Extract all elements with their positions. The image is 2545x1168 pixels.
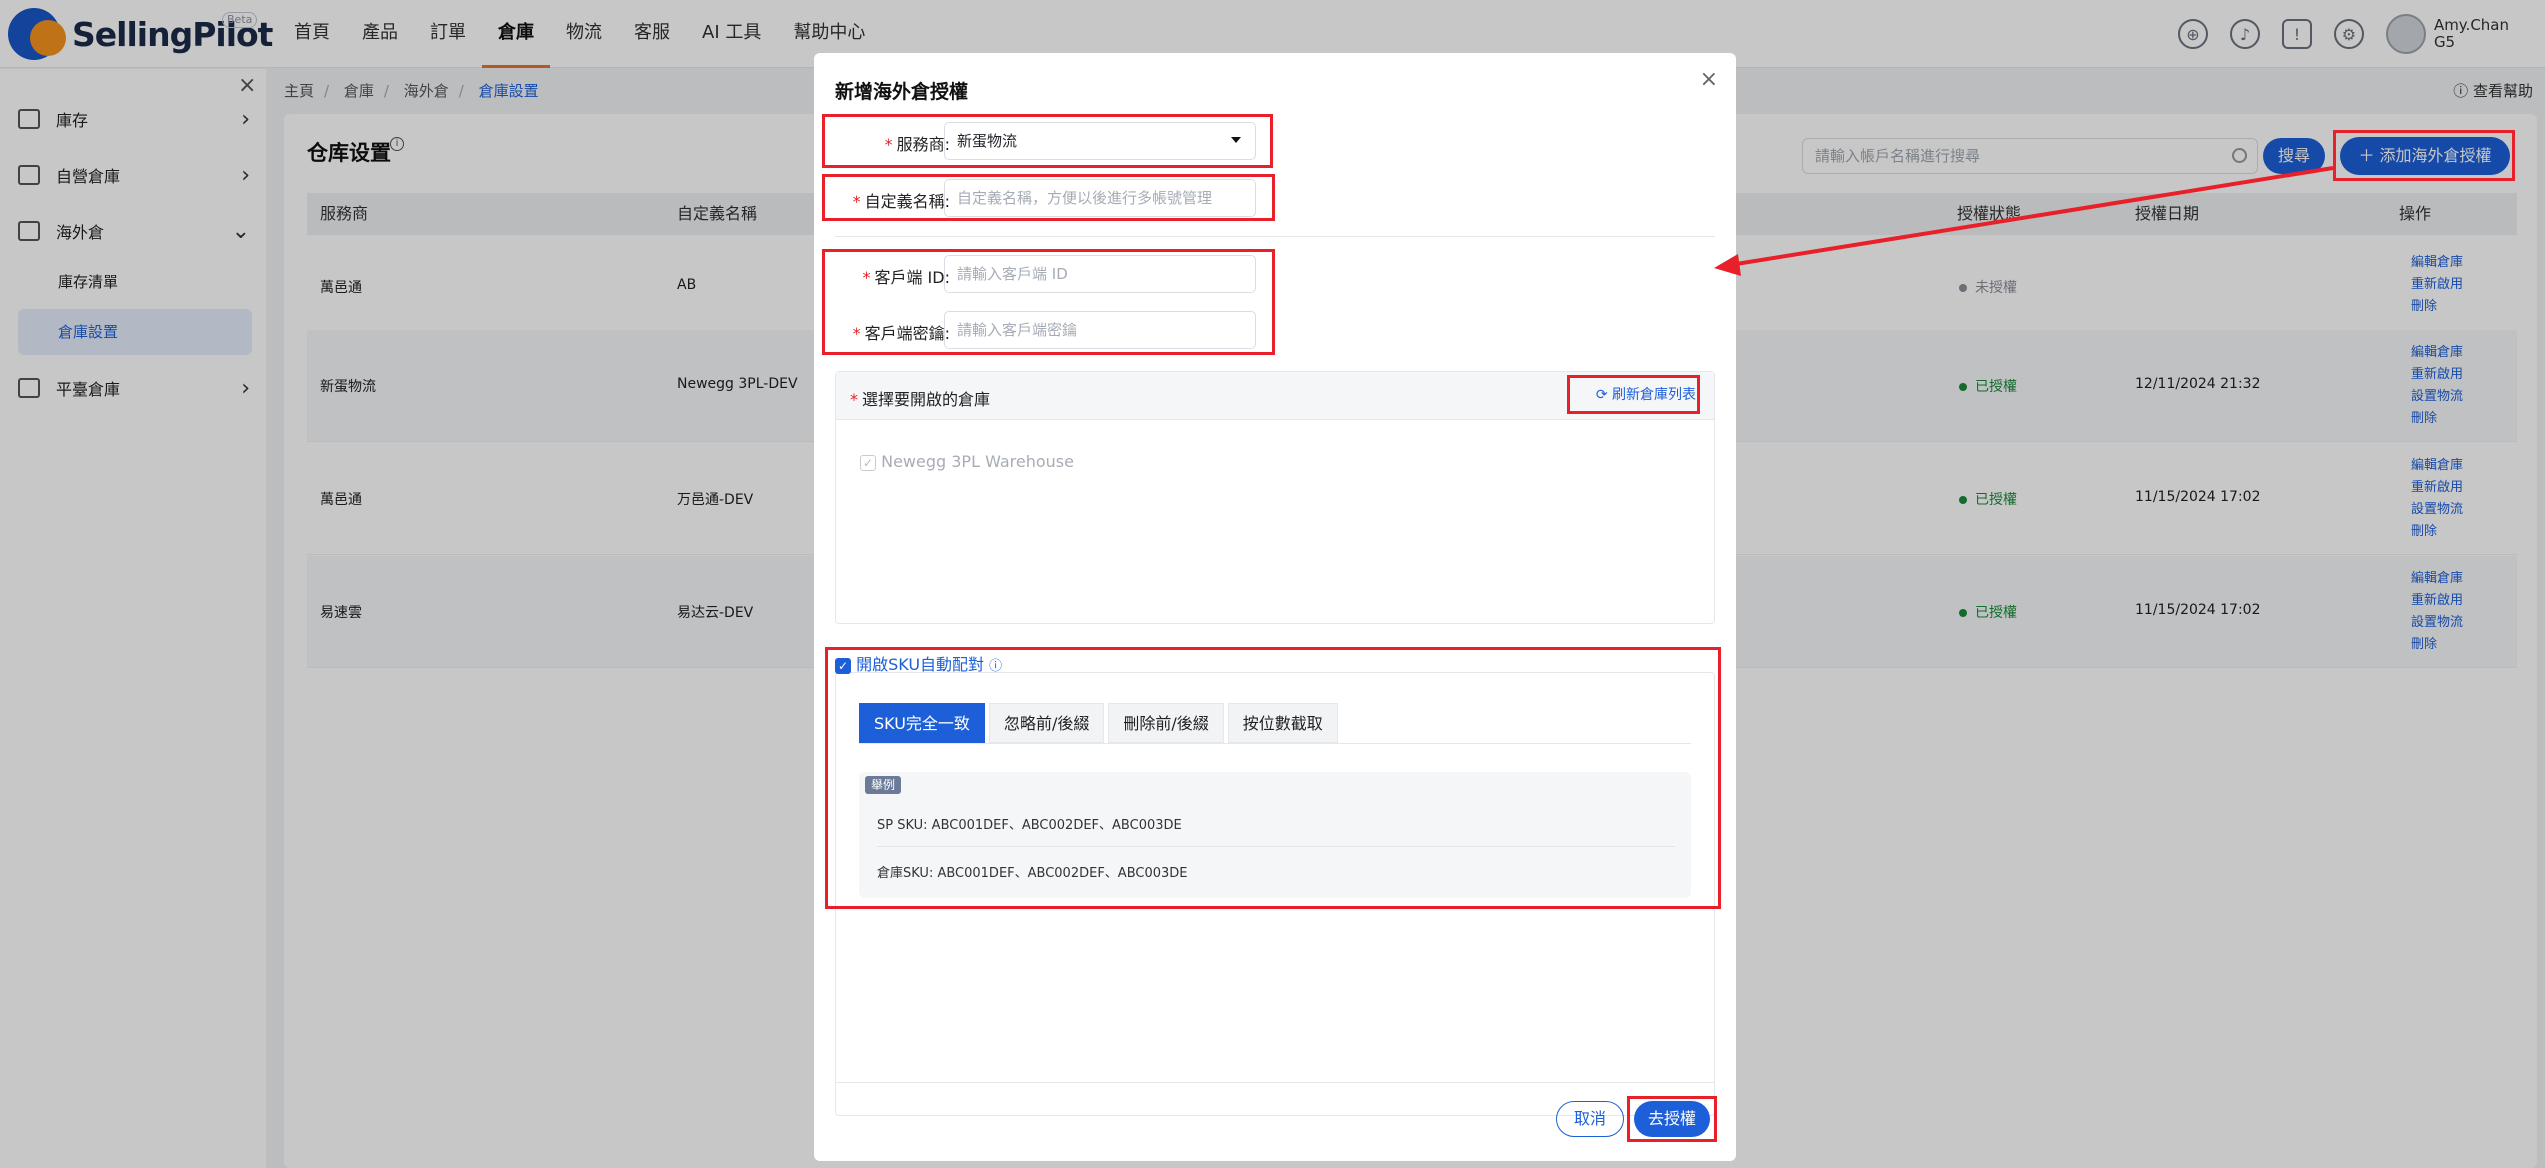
annotation-arrow [1714,166,2334,276]
